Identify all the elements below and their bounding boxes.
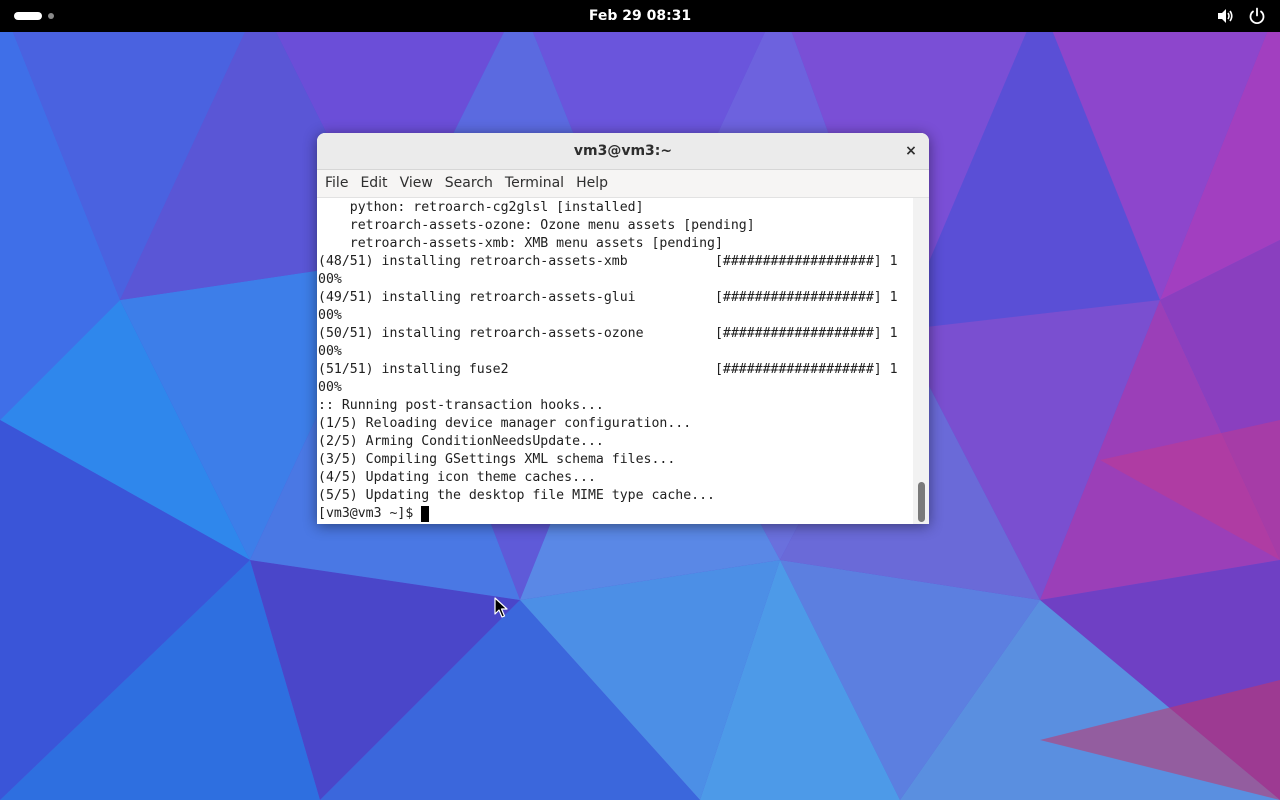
- terminal-window[interactable]: vm3@vm3:~ × File Edit View Search Termin…: [317, 133, 929, 524]
- close-button[interactable]: ×: [901, 141, 921, 161]
- prompt-line[interactable]: [vm3@vm3 ~]$: [318, 505, 898, 523]
- mouse-pointer-icon: [494, 597, 508, 618]
- volume-icon[interactable]: [1216, 7, 1234, 25]
- terminal-line: python: retroarch-cg2glsl [installed]: [318, 200, 644, 215]
- title-bar[interactable]: vm3@vm3:~ ×: [317, 133, 929, 170]
- window-title: vm3@vm3:~: [573, 143, 673, 159]
- terminal-line: (49/51) installing retroarch-assets-glui…: [318, 290, 898, 305]
- text-cursor: [421, 506, 430, 522]
- desktop[interactable]: Feb 29 08:31 vm3@vm3:~ × File Edit View …: [0, 0, 1280, 800]
- terminal-line: (48/51) installing retroarch-assets-xmb …: [318, 254, 898, 269]
- terminal-line: :: Running post-transaction hooks...: [318, 398, 604, 413]
- terminal-line: (51/51) installing fuse2 [##############…: [318, 362, 898, 377]
- top-bar: Feb 29 08:31: [0, 0, 1280, 32]
- scrollbar[interactable]: [913, 198, 929, 524]
- terminal-line: 00%: [318, 380, 342, 395]
- terminal-line: (5/5) Updating the desktop file MIME typ…: [318, 488, 715, 503]
- menu-view[interactable]: View: [394, 170, 439, 197]
- scrollbar-thumb[interactable]: [918, 482, 925, 522]
- clock[interactable]: Feb 29 08:31: [589, 8, 691, 24]
- terminal-line: (1/5) Reloading device manager configura…: [318, 416, 692, 431]
- power-icon[interactable]: [1248, 7, 1266, 25]
- terminal-output[interactable]: python: retroarch-cg2glsl [installed] re…: [317, 198, 913, 524]
- system-tray[interactable]: [1216, 6, 1266, 26]
- terminal-line: (2/5) Arming ConditionNeedsUpdate...: [318, 434, 604, 449]
- terminal-line: retroarch-assets-xmb: XMB menu assets [p…: [318, 236, 723, 251]
- menu-file[interactable]: File: [319, 170, 354, 197]
- terminal-line: 00%: [318, 344, 342, 359]
- workspace-indicator-icon: [14, 12, 42, 20]
- menu-bar: File Edit View Search Terminal Help: [317, 170, 929, 198]
- shell-prompt: [vm3@vm3 ~]$: [318, 506, 414, 521]
- menu-help[interactable]: Help: [570, 170, 614, 197]
- terminal-line: (3/5) Compiling GSettings XML schema fil…: [318, 452, 676, 467]
- terminal-line: (4/5) Updating icon theme caches...: [318, 470, 596, 485]
- close-icon: ×: [905, 143, 917, 159]
- menu-search[interactable]: Search: [439, 170, 499, 197]
- terminal-line: (50/51) installing retroarch-assets-ozon…: [318, 326, 898, 341]
- workspace-dot-icon: [48, 13, 54, 19]
- menu-terminal[interactable]: Terminal: [499, 170, 570, 197]
- terminal-line: retroarch-assets-ozone: Ozone menu asset…: [318, 218, 755, 233]
- terminal-line: 00%: [318, 308, 342, 323]
- activities-button[interactable]: [14, 8, 64, 24]
- terminal-line: 00%: [318, 272, 342, 287]
- menu-edit[interactable]: Edit: [354, 170, 393, 197]
